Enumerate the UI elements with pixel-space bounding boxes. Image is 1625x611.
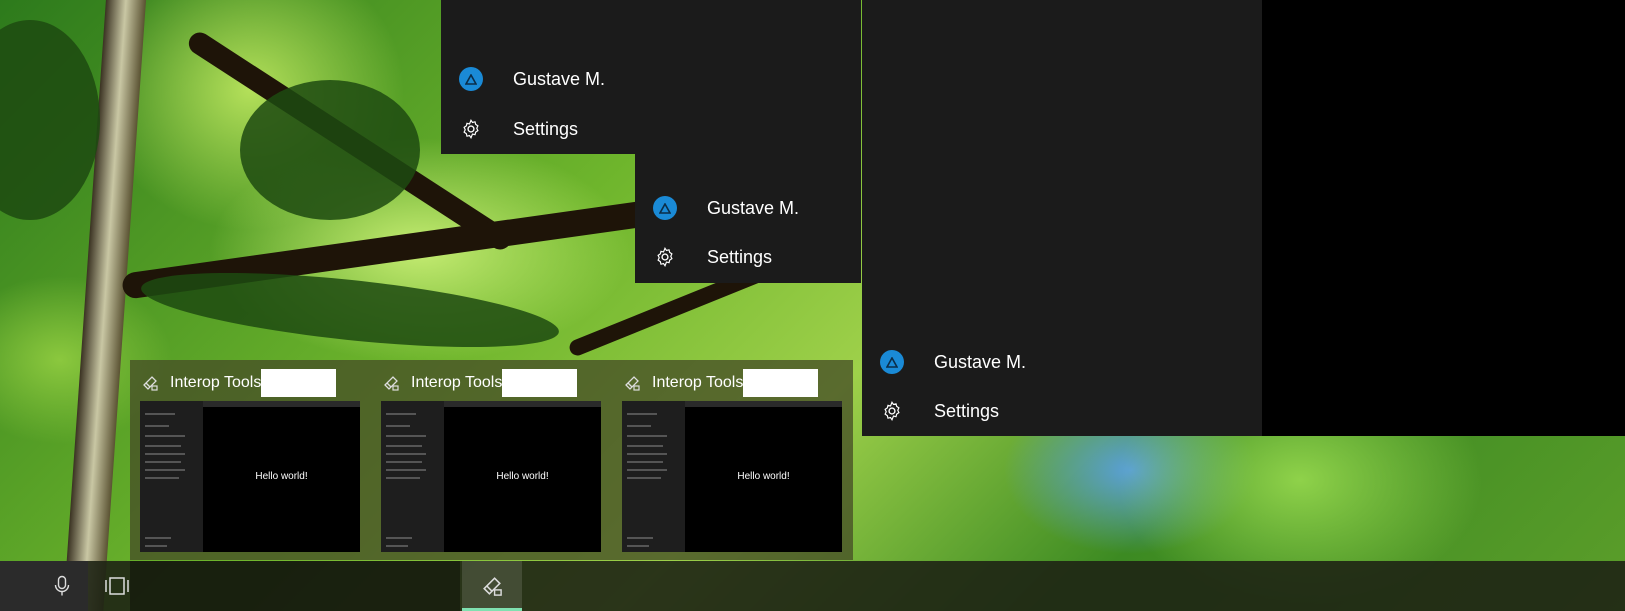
preview-title-bar: Interop Tools (140, 368, 337, 398)
interop-tools-app-icon (625, 376, 640, 391)
microphone-button[interactable] (40, 561, 84, 611)
preview-content-text: Hello world! (255, 471, 308, 482)
avatar-icon (880, 350, 904, 374)
preview-window: Hello world! (381, 401, 601, 552)
preview-app-title: Interop Tools (411, 374, 503, 391)
redacted-block (502, 369, 578, 397)
preview-nav-line (145, 435, 185, 437)
avatar-icon (653, 196, 677, 220)
preview-nav-line (627, 435, 667, 437)
preview-nav-line (386, 545, 408, 547)
taskbar (0, 561, 1625, 611)
task-view-icon (105, 577, 129, 595)
settings-label: Settings (707, 246, 773, 267)
preview-nav-pane (622, 401, 685, 552)
preview-nav-line (627, 469, 667, 471)
preview-nav-line (627, 461, 663, 463)
user-name: Gustave M. (934, 351, 1027, 372)
start-menu-panel-large: Gustave M. Settings (862, 0, 1262, 436)
preview-content-text: Hello world! (496, 471, 549, 482)
preview-nav-line (386, 445, 422, 447)
interop-tools-app-icon (384, 376, 399, 391)
start-menu-tiles-area (1262, 0, 1625, 436)
preview-nav-line (145, 461, 181, 463)
preview-nav-line (627, 445, 663, 447)
settings-item[interactable]: Settings (862, 387, 1262, 435)
microphone-icon (54, 575, 70, 596)
preview-nav-line (627, 453, 667, 455)
preview-nav-line (145, 537, 171, 539)
preview-nav-line (627, 477, 661, 479)
wallpaper-leaf-shadow (240, 80, 420, 220)
preview-nav-line (627, 545, 649, 547)
preview-nav-line (145, 413, 175, 415)
settings-item[interactable]: Settings (441, 105, 635, 153)
preview-nav-line (386, 435, 426, 437)
preview-nav-line (627, 537, 653, 539)
preview-nav-line (386, 425, 410, 427)
preview-nav-line (145, 469, 185, 471)
preview-nav-line (627, 425, 651, 427)
start-menu-panel-small: Gustave M. Settings (441, 0, 635, 154)
preview-nav-line (627, 413, 657, 415)
user-account-item[interactable]: Gustave M. (862, 338, 1262, 386)
redacted-block (743, 369, 819, 397)
preview-window: Hello world! (140, 401, 360, 552)
preview-nav-line (145, 425, 169, 427)
preview-nav-line (386, 453, 426, 455)
preview-title-bar: Interop Tools (622, 368, 819, 398)
user-avatar (459, 67, 483, 91)
wallpaper-leaf-shadow (0, 20, 100, 220)
preview-app-title: Interop Tools (652, 374, 744, 391)
gear-icon (880, 399, 904, 423)
user-avatar (880, 350, 904, 374)
wallpaper-leaf-shadow (138, 258, 562, 362)
interop-tools-app-icon (483, 577, 502, 596)
preview-nav-line (145, 545, 167, 547)
interop-tools-app-icon (143, 376, 158, 391)
user-avatar (653, 196, 677, 220)
preview-nav-line (386, 537, 412, 539)
app-preview-thumbnail[interactable]: Interop Tools Hello world! (371, 360, 601, 560)
preview-nav-line (386, 477, 420, 479)
preview-title-bar: Interop Tools (381, 368, 578, 398)
start-menu-panel-medium: Gustave M. Settings (635, 0, 861, 283)
preview-nav-line (145, 477, 179, 479)
settings-label: Settings (934, 400, 1000, 421)
settings-label: Settings (513, 118, 579, 139)
preview-nav-pane (140, 401, 203, 552)
preview-content-text: Hello world! (737, 471, 790, 482)
user-account-item[interactable]: Gustave M. (441, 55, 635, 103)
taskbar-app-interop-tools[interactable] (462, 561, 522, 611)
user-name: Gustave M. (513, 68, 606, 89)
redacted-block (261, 369, 337, 397)
preview-window: Hello world! (622, 401, 842, 552)
gear-icon (459, 117, 483, 141)
preview-nav-pane (381, 401, 444, 552)
preview-app-title: Interop Tools (170, 374, 262, 391)
taskbar-app-icon-wrap (462, 561, 522, 611)
app-preview-thumbnail[interactable]: Interop Tools Hello world! (612, 360, 842, 560)
preview-nav-line (386, 469, 426, 471)
taskbar-preview-strip: Interop Tools Hello world! Interop Tools… (130, 360, 853, 560)
gear-icon (653, 245, 677, 269)
settings-item[interactable]: Settings (635, 233, 861, 281)
preview-nav-line (145, 453, 185, 455)
avatar-icon (459, 67, 483, 91)
user-name: Gustave M. (707, 197, 800, 218)
user-account-item[interactable]: Gustave M. (635, 184, 861, 232)
preview-nav-line (386, 413, 416, 415)
app-preview-thumbnail[interactable]: Interop Tools Hello world! (130, 360, 360, 560)
preview-nav-line (386, 461, 422, 463)
taskbar-search-area[interactable] (130, 561, 460, 611)
preview-nav-line (145, 445, 181, 447)
